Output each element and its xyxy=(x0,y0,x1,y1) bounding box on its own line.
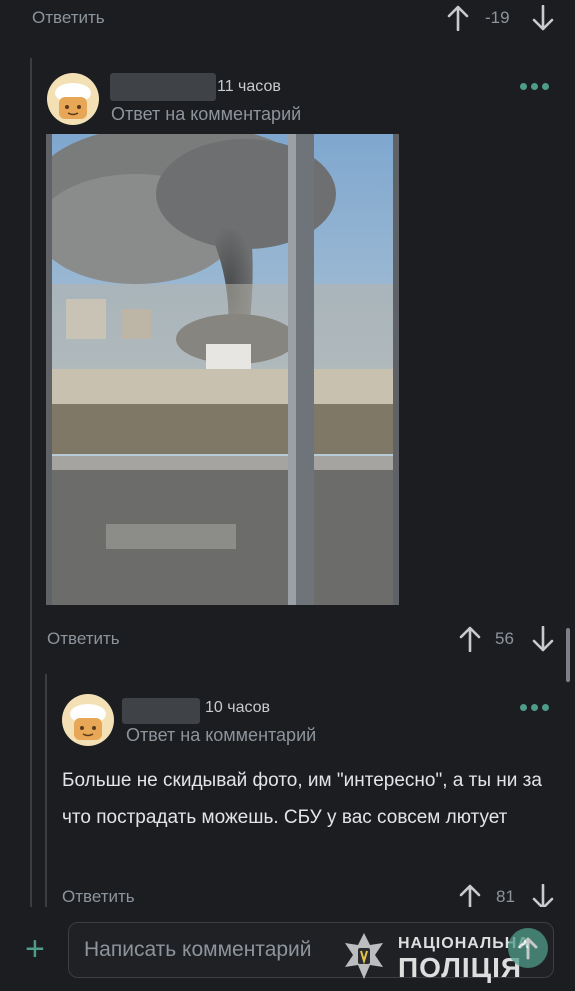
add-attachment-plus-icon[interactable]: + xyxy=(25,932,45,966)
more-dots-icon[interactable] xyxy=(520,704,549,711)
vote-score: 81 xyxy=(496,887,515,906)
reply-button[interactable]: Ответить xyxy=(47,629,120,649)
comment-time: 11 часов xyxy=(217,78,281,95)
more-dots-icon[interactable] xyxy=(520,83,549,90)
reply-button[interactable]: Ответить xyxy=(32,8,105,28)
comment-input-placeholder[interactable]: Написать комментарий xyxy=(84,938,312,962)
redacted-username xyxy=(122,698,200,724)
avatar[interactable] xyxy=(47,73,99,125)
comment-time: 10 часов xyxy=(205,699,271,716)
thread-line[interactable] xyxy=(30,58,32,908)
redacted-username xyxy=(110,73,216,101)
comment-photo[interactable] xyxy=(46,134,399,605)
vote-score: 56 xyxy=(495,629,514,648)
reply-to-label[interactable]: Ответ на комментарий xyxy=(111,104,301,125)
downvote-arrow-icon[interactable] xyxy=(532,625,554,657)
send-button[interactable] xyxy=(508,928,548,968)
upvote-arrow-icon[interactable] xyxy=(447,5,469,36)
police-emblem-icon xyxy=(341,931,387,986)
thread-line[interactable] xyxy=(45,674,47,908)
avatar[interactable] xyxy=(62,694,114,746)
reply-button[interactable]: Ответить xyxy=(62,887,135,907)
comment-text: Больше не скидывай фото, им "интересно",… xyxy=(62,770,542,828)
reply-to-label[interactable]: Ответ на комментарий xyxy=(126,725,316,746)
upvote-arrow-icon[interactable] xyxy=(459,626,481,657)
watermark-line2: ПОЛІЦІЯ xyxy=(398,952,522,983)
scrollbar-thumb[interactable] xyxy=(566,628,570,682)
vote-score: -19 xyxy=(485,8,510,27)
downvote-arrow-icon[interactable] xyxy=(532,4,554,36)
